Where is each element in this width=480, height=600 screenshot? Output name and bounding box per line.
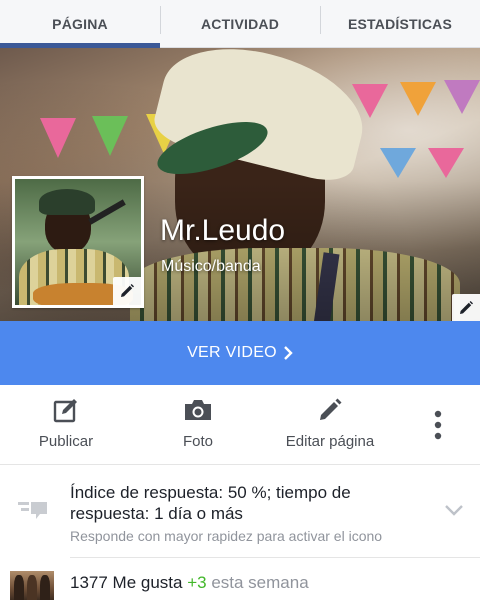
chevron-right-icon [283,346,293,360]
edit-profile-picture-button[interactable] [113,277,141,305]
camera-icon [185,400,211,420]
pencil-icon [460,300,473,314]
likes-row[interactable]: 1377 Me gusta +3 esta semana [0,558,480,600]
photo-label: Foto [182,433,213,450]
tab-label: ACTIVIDAD [200,15,280,32]
page-actions: Publicar Foto Editar página [0,385,480,465]
edit-page-label: Editar página [285,433,375,450]
bunting-flag [444,80,480,114]
pencil-icon [121,284,134,297]
edit-page-button[interactable]: Editar página [264,385,396,464]
chat-bubbles-icon [18,502,47,519]
likes-thumbnail [10,571,54,600]
bunting-flag [428,148,464,178]
bunting-flag [380,148,416,178]
more-options-button[interactable] [396,385,480,464]
likes-count: 1377 Me gusta [70,573,183,592]
bunting-flag [40,118,76,158]
tab-label: PÁGINA [52,15,108,32]
response-rate-title: Índice de respuesta: 50 %; tiempo de res… [70,483,351,523]
watch-video-label: VER VIDEO [187,344,277,361]
tab-estadisticas[interactable]: ESTADÍSTICAS [320,0,480,47]
tab-actividad[interactable]: ACTIVIDAD [160,0,320,47]
thumbnail-figure [27,575,37,600]
thumbnail-figure [14,575,24,600]
likes-delta: +3 [187,573,207,592]
photo-button[interactable]: Foto [132,385,264,464]
profile-picture[interactable] [12,176,144,308]
tab-label: ESTADÍSTICAS [347,15,453,32]
publish-label: Publicar [38,433,94,450]
chevron-down-icon[interactable] [444,504,464,516]
edit-cover-button[interactable] [452,294,480,321]
page-name: Mr.Leudo [160,214,286,247]
page-tabs: PÁGINA ACTIVIDAD ESTADÍSTICAS [0,0,480,48]
compose-icon [53,399,77,423]
profile-cap [39,189,95,215]
watch-video-button[interactable]: VER VIDEO [0,321,480,385]
bunting-flag [92,116,128,156]
likes-period: esta semana [211,573,309,592]
page-category[interactable]: Músico/banda [161,258,261,276]
response-rate-subtitle: Responde con mayor rapidez para activar … [70,528,383,544]
tab-pagina[interactable]: PÁGINA [0,0,160,48]
response-rate-row[interactable]: Índice de respuesta: 50 %; tiempo de res… [0,466,480,557]
likes-summary: 1377 Me gusta +3 esta semana [70,573,309,593]
bunting-flag [400,82,436,116]
more-vertical-icon [434,410,442,439]
thumbnail-figure [40,575,50,600]
pencil-icon [320,398,342,420]
publish-button[interactable]: Publicar [0,385,132,464]
